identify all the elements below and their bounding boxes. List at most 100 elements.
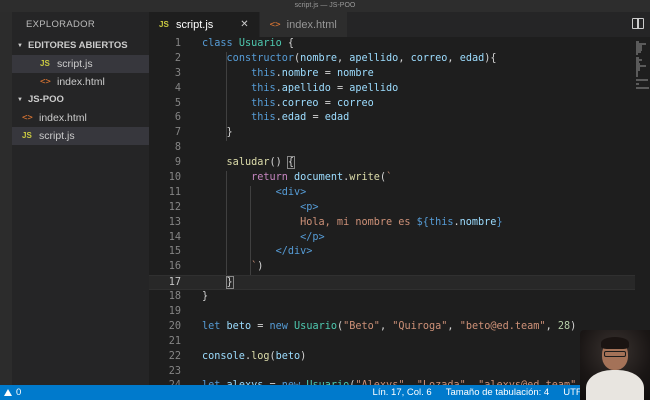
code-token: this: [251, 67, 276, 79]
code-line[interactable]: 19: [149, 305, 635, 320]
code-line[interactable]: 12 <p>: [149, 201, 635, 216]
line-code: constructor(nombre, apellido, correo, ed…: [202, 52, 497, 67]
code-line[interactable]: 17 }: [149, 275, 635, 291]
code-token: =: [318, 97, 337, 109]
tab-size[interactable]: Tamaño de tabulación: 4: [446, 387, 550, 398]
code-line[interactable]: 4 this.apellido = apellido: [149, 82, 635, 97]
explorer-sidebar: EXPLORADOR ▼ EDITORES ABIERTOS JS script…: [12, 12, 149, 385]
tab-index-html[interactable]: <> index.html: [259, 12, 348, 37]
webcam-overlay: [580, 330, 650, 400]
close-icon[interactable]: ✕: [240, 19, 248, 30]
code-token: edad: [324, 112, 350, 124]
open-editor-item-script-js[interactable]: JS script.js: [12, 55, 149, 73]
code-line[interactable]: 21: [149, 335, 635, 350]
line-number: 5: [174, 97, 181, 109]
code-line[interactable]: 8: [149, 141, 635, 156]
code-token: log: [251, 350, 270, 362]
split-editor-icon[interactable]: [632, 18, 644, 29]
code-token: Usuario: [238, 38, 282, 49]
code-line[interactable]: 16 `): [149, 260, 635, 275]
code-line[interactable]: 23: [149, 365, 635, 380]
code-token: }: [496, 216, 503, 228]
code-token: <div>: [275, 186, 307, 198]
line-number: 19: [168, 306, 181, 318]
code-line[interactable]: 5 this.correo = correo: [149, 97, 635, 112]
line-code: this.apellido = apellido: [202, 82, 398, 97]
code-token: correo: [281, 97, 319, 109]
code-token: <p>: [300, 201, 319, 213]
line-code: `): [202, 260, 263, 275]
code-editor[interactable]: 1 class Usuario {2 constructor(nombre, ap…: [149, 37, 635, 385]
code-line[interactable]: 3 this.nombre = nombre: [149, 67, 635, 82]
chevron-down-icon: ▼: [17, 43, 23, 49]
html-file-icon: <>: [269, 19, 281, 30]
code-token: (): [269, 157, 288, 169]
minimap-line: [636, 75, 638, 77]
code-token: }: [202, 291, 209, 303]
code-token: edad: [459, 52, 485, 64]
code-token: this: [428, 216, 454, 228]
code-line[interactable]: 6 this.edad = edad: [149, 111, 635, 126]
code-token: ){: [484, 52, 497, 64]
code-token: let: [202, 320, 221, 332]
code-line[interactable]: 20 let beto = new Usuario("Beto", "Quirog…: [149, 320, 635, 335]
code-token: 28: [557, 320, 571, 332]
file-name: script.js: [57, 58, 93, 70]
line-code: let beto = new Usuario("Beto", "Quiroga"…: [202, 320, 576, 335]
project-file-index-html[interactable]: <> index.html: [12, 109, 149, 127]
code-line[interactable]: 22 console.log(beto): [149, 350, 635, 365]
code-token: correo: [336, 97, 374, 109]
open-editor-item-index-html[interactable]: <> index.html: [12, 73, 149, 91]
problems-count[interactable]: 0: [16, 387, 21, 398]
warning-icon[interactable]: [4, 389, 12, 396]
project-folder-header[interactable]: ▼ JS-POO: [12, 91, 149, 109]
presenter-glasses: [604, 351, 626, 357]
code-token: }: [202, 127, 233, 139]
line-number: 7: [174, 127, 181, 139]
code-token: apellido: [349, 82, 399, 94]
code-line[interactable]: 9 saludar() {: [149, 156, 635, 171]
cursor-position[interactable]: Lín. 17, Col. 6: [373, 387, 432, 398]
line-code: this.edad = edad: [202, 111, 349, 126]
code-token: "Quiroga": [392, 320, 448, 332]
tab-script-js[interactable]: JS script.js ✕: [149, 12, 260, 37]
minimap-line: [636, 53, 638, 55]
line-number: 10: [168, 172, 181, 184]
line-number: 18: [168, 291, 181, 303]
project-file-script-js[interactable]: JS script.js: [12, 127, 149, 145]
code-line[interactable]: 18}: [149, 290, 635, 305]
code-token: `: [202, 261, 258, 273]
minimap-line: [636, 79, 649, 81]
code-line[interactable]: 13 Hola, mi nombre es ${this.nombre}: [149, 216, 635, 231]
code-line[interactable]: 1 class Usuario {: [149, 37, 635, 52]
code-token: =: [306, 112, 325, 124]
code-token: ,: [379, 320, 393, 332]
line-code: this.correo = correo: [202, 97, 374, 112]
code-line[interactable]: 11 <div>: [149, 186, 635, 201]
line-code: saludar() {: [202, 156, 296, 171]
tab-label: script.js: [176, 18, 214, 31]
code-line[interactable]: 10 return document.write(`: [149, 171, 635, 186]
line-number: 4: [174, 82, 181, 94]
code-line[interactable]: 15 </div>: [149, 245, 635, 260]
code-token: nombre: [300, 52, 337, 64]
line-number: 23: [168, 365, 181, 377]
line-number: 14: [168, 231, 181, 243]
code-token: this: [251, 82, 276, 94]
code-token: apellido: [281, 82, 331, 94]
code-token: console: [202, 350, 245, 362]
code-token: beto: [275, 350, 301, 362]
open-editors-header[interactable]: ▼ EDITORES ABIERTOS: [12, 37, 149, 55]
code-line[interactable]: 2 constructor(nombre, apellido, correo, …: [149, 52, 635, 67]
line-number: 2: [174, 52, 181, 64]
code-line[interactable]: 7 }: [149, 126, 635, 141]
code-token: =: [330, 82, 350, 94]
code-line[interactable]: 14 </p>: [149, 231, 635, 246]
line-code: }: [202, 290, 208, 305]
